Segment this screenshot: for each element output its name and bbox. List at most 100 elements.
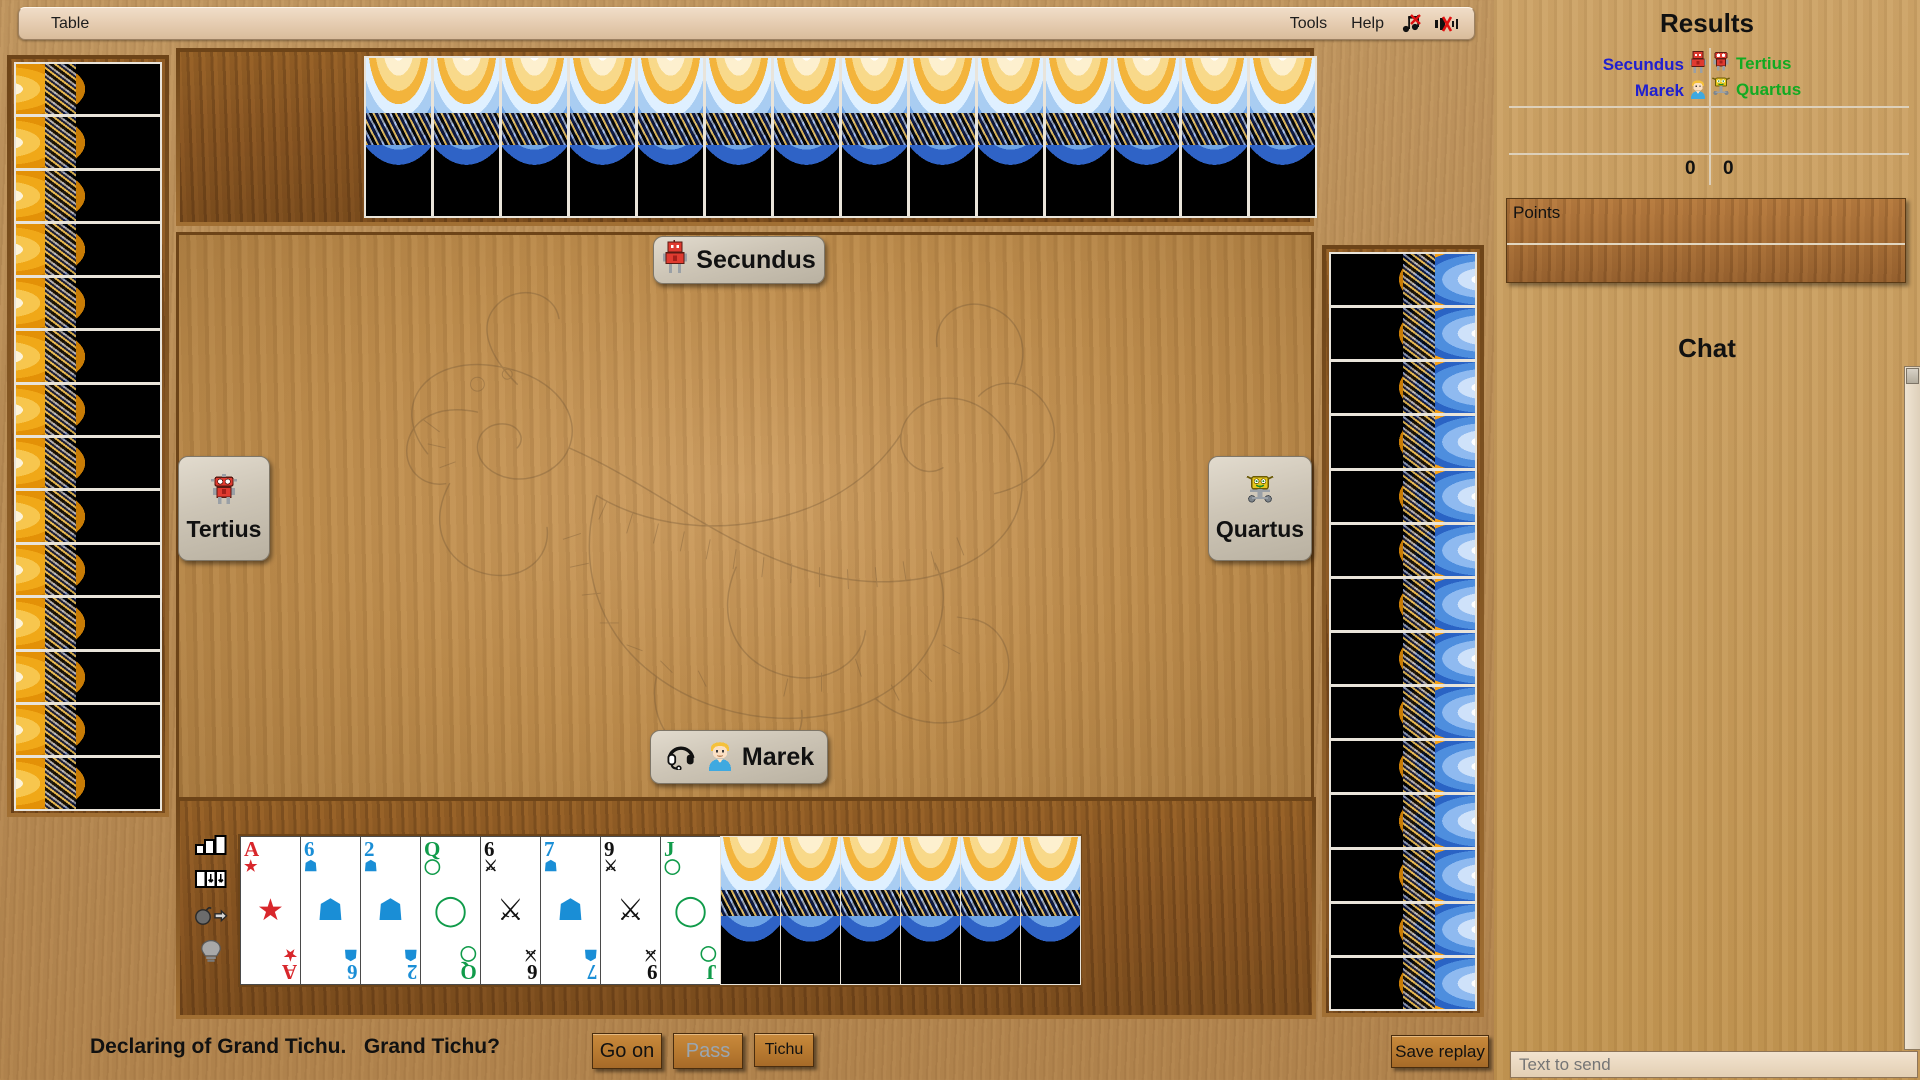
menu-right-group: Tools Help: [1280, 12, 1474, 36]
card-back: [14, 489, 162, 544]
hand-card-six-of-pagodas[interactable]: 6 ☗ 6 ☗ ☗: [300, 836, 361, 985]
card-back: [1329, 847, 1477, 903]
chat-title: Chat: [1678, 333, 1736, 363]
card-back: [14, 649, 162, 705]
points-label: Points: [1513, 203, 1561, 222]
card-back: [14, 382, 162, 437]
card-back: [14, 62, 162, 117]
points-divider: [1507, 243, 1905, 245]
score-team-blue-player-1: Secundus: [1509, 50, 1707, 79]
card-back: [14, 168, 162, 224]
red-robot-icon: [1711, 50, 1731, 77]
card-back: [14, 275, 162, 331]
card-back: [14, 222, 162, 277]
card-back: [364, 56, 433, 218]
score-total-blue: 0: [1685, 158, 1696, 179]
hand-card-ace-of-stars[interactable]: A ★ A ★ ★: [240, 836, 301, 985]
headset-icon: [664, 738, 698, 777]
hand-card-back[interactable]: [780, 836, 841, 985]
score-name-marek: Marek: [1634, 80, 1684, 100]
card-back: [840, 56, 909, 218]
menu-left-group: Table: [19, 15, 99, 33]
card-back: [14, 542, 162, 598]
pass-button[interactable]: Pass: [673, 1033, 743, 1069]
card-back: [14, 703, 162, 758]
score-name-tertius: Tertius: [1736, 53, 1792, 73]
hand-card-back[interactable]: [1020, 836, 1081, 985]
hand-card-jack-of-jade[interactable]: J ◯ J ◯ ◯: [660, 836, 721, 985]
score-team-blue-player-2: Marek: [1509, 76, 1707, 105]
chat-scrollbar-thumb[interactable]: [1906, 368, 1919, 384]
hand-tool-buttons: [190, 835, 232, 970]
bomb-play-icon[interactable]: [193, 903, 229, 930]
red-robot-icon: [1689, 50, 1707, 79]
player-hand-cards[interactable]: A ★ A ★ ★ 6 ☗ 6 ☗ ☗ 2 ☗ 2 ☗ ☗ Q ◯ Q ◯ ◯ 6 ⚔ 6 ⚔ ⚔ 7 ☗ 7 ☗ ☗ 9 ⚔ 9 ⚔ ⚔ J ◯ J ◯ ◯: [238, 834, 1082, 987]
red-robot-icon: [209, 474, 239, 513]
card-back: [1112, 56, 1181, 218]
hand-card-seven-of-pagodas[interactable]: 7 ☗ 7 ☗ ☗: [540, 836, 601, 985]
results-title: Results: [1660, 8, 1754, 38]
card-back: [1180, 56, 1249, 218]
card-back: [14, 435, 162, 491]
player-plate-tertius[interactable]: Tertius: [178, 456, 270, 561]
hand-card-six-of-swords[interactable]: 6 ⚔ 6 ⚔ ⚔: [480, 836, 541, 985]
card-back: [1329, 414, 1477, 470]
chat-scrollbar[interactable]: [1904, 366, 1920, 1050]
card-back: [976, 56, 1045, 218]
menu-item-table[interactable]: Table: [41, 13, 99, 34]
hand-card-nine-of-swords[interactable]: 9 ⚔ 9 ⚔ ⚔: [600, 836, 661, 985]
save-replay-button[interactable]: Save replay: [1391, 1035, 1489, 1068]
human-avatar-icon: [1689, 76, 1707, 105]
menu-item-help[interactable]: Help: [1341, 13, 1394, 35]
hand-card-two-of-pagodas[interactable]: 2 ☗ 2 ☗ ☗: [360, 836, 421, 985]
card-back: [1329, 576, 1477, 632]
card-back: [14, 329, 162, 384]
yellow-robot-icon: [1245, 474, 1275, 513]
card-back: [1329, 522, 1477, 578]
card-back: [636, 56, 705, 218]
tertius-cards: [14, 62, 162, 811]
hand-card-back[interactable]: [720, 836, 781, 985]
card-back: [568, 56, 637, 218]
score-grid: Secundus Tertius Marek Quartus 0 0: [1509, 48, 1909, 185]
card-back: [14, 115, 162, 170]
status-message: Declaring of Grand Tichu. Grand Tichu?: [90, 1035, 500, 1058]
score-team-green-player-2: Quartus: [1711, 76, 1909, 103]
player-name-quartus: Quartus: [1215, 516, 1305, 542]
table-surface[interactable]: [176, 232, 1314, 802]
hand-card-back[interactable]: [900, 836, 961, 985]
card-back: [1329, 360, 1477, 416]
red-robot-icon: [662, 239, 688, 281]
card-back: [1329, 252, 1477, 308]
secundus-cards: [364, 56, 1317, 218]
sort-by-suit-icon[interactable]: [195, 869, 227, 894]
hand-card-queen-of-jade[interactable]: Q ◯ Q ◯ ◯: [420, 836, 481, 985]
card-back: [1329, 901, 1477, 957]
quartus-card-strip: [1322, 245, 1484, 1017]
score-team-green-player-1: Tertius: [1711, 50, 1909, 77]
points-box: Points: [1506, 198, 1906, 283]
player-name-secundus: Secundus: [696, 245, 816, 274]
music-muted-icon[interactable]: [1398, 12, 1428, 36]
card-back: [908, 56, 977, 218]
score-name-secundus: Secundus: [1602, 54, 1684, 74]
tichu-button[interactable]: Tichu: [754, 1033, 814, 1067]
player-plate-quartus[interactable]: Quartus: [1208, 456, 1312, 561]
menu-item-tools[interactable]: Tools: [1280, 13, 1337, 35]
chat-input[interactable]: [1510, 1051, 1918, 1078]
player-plate-secundus[interactable]: Secundus: [653, 236, 825, 284]
hand-card-back[interactable]: [960, 836, 1021, 985]
tertius-card-strip: [7, 55, 169, 817]
right-panel: Results Secundus Tertius Marek Quartus 0…: [1494, 0, 1920, 1080]
go-on-button[interactable]: Go on: [592, 1033, 662, 1069]
hand-card-back[interactable]: [840, 836, 901, 985]
sort-by-rank-icon[interactable]: [195, 835, 227, 860]
card-back: [1329, 468, 1477, 524]
card-back: [1248, 56, 1317, 218]
player-name-tertius: Tertius: [186, 516, 262, 542]
player-plate-marek[interactable]: Marek: [650, 730, 828, 784]
card-back: [1329, 955, 1477, 1011]
hint-bulb-icon[interactable]: [197, 939, 225, 968]
card-back: [1329, 630, 1477, 687]
sound-muted-icon[interactable]: [1432, 12, 1462, 36]
